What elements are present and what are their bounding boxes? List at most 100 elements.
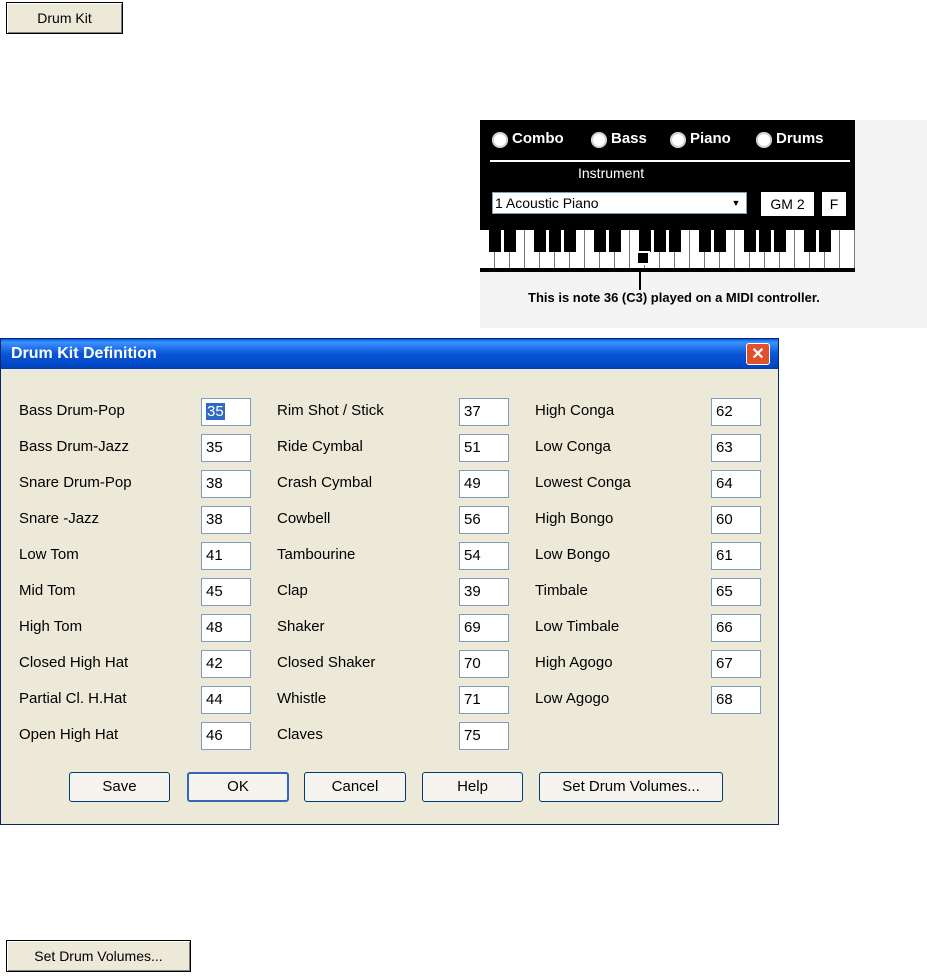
help-button[interactable]: Help <box>422 772 523 802</box>
drum-label: Clap <box>277 582 308 599</box>
radio-combo-label: Combo <box>512 130 564 147</box>
drum-note-field[interactable]: 60 <box>711 506 761 534</box>
black-key[interactable] <box>564 230 576 252</box>
drum-kit-dialog: Drum Kit Definition ✕ Bass Drum-Pop 35 B… <box>0 338 779 825</box>
drum-note-field[interactable]: 51 <box>459 434 509 462</box>
radio-piano-label: Piano <box>690 130 731 147</box>
drum-note-field[interactable]: 65 <box>711 578 761 606</box>
drum-note-field[interactable]: 67 <box>711 650 761 678</box>
black-key[interactable] <box>549 230 561 252</box>
drum-note-field[interactable]: 41 <box>201 542 251 570</box>
drum-note-field[interactable]: 45 <box>201 578 251 606</box>
drum-note-field[interactable]: 49 <box>459 470 509 498</box>
black-key[interactable] <box>819 230 831 252</box>
black-key[interactable] <box>504 230 516 252</box>
drum-note-field[interactable]: 44 <box>201 686 251 714</box>
white-key[interactable] <box>840 230 855 268</box>
drum-note-field[interactable]: 37 <box>459 398 509 426</box>
black-key[interactable] <box>774 230 786 252</box>
black-key[interactable] <box>669 230 681 252</box>
drum-label: Snare -Jazz <box>19 510 100 527</box>
black-key[interactable] <box>654 230 666 252</box>
radio-bass[interactable] <box>591 132 607 148</box>
black-key[interactable] <box>744 230 756 252</box>
drum-label: Timbale <box>535 582 588 599</box>
drum-note-field[interactable]: 68 <box>711 686 761 714</box>
set-drum-volumes-button[interactable]: Set Drum Volumes... <box>539 772 723 802</box>
drum-label: Bass Drum-Jazz <box>19 438 130 455</box>
drum-note-field[interactable]: 69 <box>459 614 509 642</box>
drum-label: Low Tom <box>19 546 79 563</box>
drum-note-field[interactable]: 46 <box>201 722 251 750</box>
drum-label: Partial Cl. H.Hat <box>19 690 127 707</box>
radio-drums[interactable] <box>756 132 772 148</box>
drum-label: Low Conga <box>535 438 611 455</box>
drum-kit-button[interactable]: Drum Kit <box>6 2 123 34</box>
drum-note-field[interactable]: 35 <box>201 398 251 426</box>
drum-note-field[interactable]: 42 <box>201 650 251 678</box>
dialog-titlebar[interactable]: Drum Kit Definition ✕ <box>1 339 778 369</box>
black-key[interactable] <box>699 230 711 252</box>
black-key[interactable] <box>759 230 771 252</box>
drum-label: High Conga <box>535 402 615 419</box>
chevron-down-icon[interactable]: ▼ <box>728 195 744 211</box>
panel-divider <box>490 160 850 162</box>
instrument-select[interactable]: 1 Acoustic Piano ▼ <box>492 192 747 214</box>
drum-note-field[interactable]: 35 <box>201 434 251 462</box>
drum-note-field[interactable]: 38 <box>201 470 251 498</box>
piano-keyboard[interactable] <box>480 230 855 272</box>
drum-note-field[interactable]: 63 <box>711 434 761 462</box>
drum-note-field[interactable]: 71 <box>459 686 509 714</box>
drum-note-field[interactable]: 54 <box>459 542 509 570</box>
black-key[interactable] <box>489 230 501 252</box>
drum-note-field[interactable]: 70 <box>459 650 509 678</box>
black-key[interactable] <box>609 230 621 252</box>
instrument-panel: Combo Bass Piano Drums Instrument 1 Acou… <box>480 120 855 272</box>
drum-note-field[interactable]: 61 <box>711 542 761 570</box>
close-icon[interactable]: ✕ <box>746 343 770 365</box>
drum-label: Cowbell <box>277 510 331 527</box>
drum-note-value: 35 <box>206 403 225 420</box>
drum-note-field[interactable]: 75 <box>459 722 509 750</box>
black-key[interactable] <box>594 230 606 252</box>
drum-label: Closed Shaker <box>277 654 376 671</box>
gm2-button[interactable]: GM 2 <box>761 192 814 216</box>
drum-label: Low Timbale <box>535 618 620 635</box>
drum-label: Shaker <box>277 618 325 635</box>
f-button[interactable]: F <box>822 192 846 216</box>
ok-button[interactable]: OK <box>187 772 289 802</box>
black-key[interactable] <box>639 230 651 252</box>
midi-panel: Combo Bass Piano Drums Instrument 1 Acou… <box>480 120 927 328</box>
drum-note-field[interactable]: 56 <box>459 506 509 534</box>
drum-label: Low Bongo <box>535 546 611 563</box>
radio-drums-label: Drums <box>776 130 824 147</box>
drum-label: High Tom <box>19 618 83 635</box>
drum-note-field[interactable]: 66 <box>711 614 761 642</box>
instrument-select-value: 1 Acoustic Piano <box>495 195 599 211</box>
black-key[interactable] <box>534 230 546 252</box>
black-key[interactable] <box>714 230 726 252</box>
drum-note-field[interactable]: 39 <box>459 578 509 606</box>
drum-label: High Agogo <box>535 654 613 671</box>
black-key[interactable] <box>804 230 816 252</box>
radio-combo[interactable] <box>492 132 508 148</box>
dialog-title: Drum Kit Definition <box>11 345 157 362</box>
drum-label: Claves <box>277 726 323 743</box>
drum-note-field[interactable]: 62 <box>711 398 761 426</box>
instrument-label: Instrument <box>578 165 645 181</box>
set-drum-volumes-standalone-button[interactable]: Set Drum Volumes... <box>6 940 191 972</box>
radio-bass-label: Bass <box>611 130 647 147</box>
drum-note-field[interactable]: 38 <box>201 506 251 534</box>
drum-label: Whistle <box>277 690 327 707</box>
save-button[interactable]: Save <box>69 772 170 802</box>
drum-note-field[interactable]: 48 <box>201 614 251 642</box>
drum-label: Tambourine <box>277 546 356 563</box>
radio-piano[interactable] <box>670 132 686 148</box>
cancel-button[interactable]: Cancel <box>304 772 406 802</box>
drum-label: Mid Tom <box>19 582 76 599</box>
drum-label: Ride Cymbal <box>277 438 363 455</box>
drum-note-field[interactable]: 64 <box>711 470 761 498</box>
drum-label: Crash Cymbal <box>277 474 373 491</box>
callout-line <box>639 272 641 290</box>
note-caption: This is note 36 (C3) played on a MIDI co… <box>528 290 820 305</box>
